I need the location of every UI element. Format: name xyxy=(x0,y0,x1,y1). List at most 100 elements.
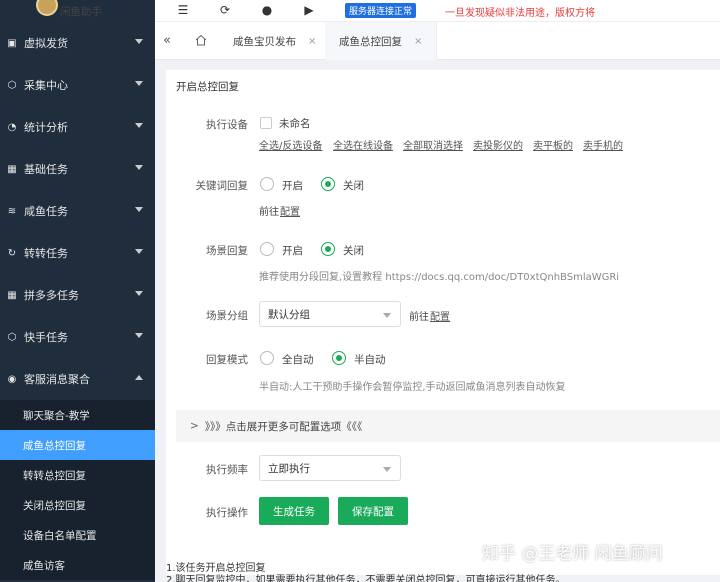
scene-reply-hint: 推荐使用分段回复,设置教程 https://docs.qq.com/doc/DT… xyxy=(259,272,620,283)
tab-xianyu-reply[interactable]: 咸鱼总控回复 × xyxy=(325,22,438,60)
scene-config-link[interactable]: 配置 xyxy=(430,308,450,323)
copyright-notice: 一旦发现疑似非法用途，版权方将 xyxy=(445,8,595,19)
sidebar-item-label: 拼多多任务 xyxy=(24,289,79,302)
sidebar-item[interactable]: ▣ 虚拟发货 xyxy=(0,22,155,64)
grid-icon: ▦ xyxy=(7,163,17,175)
refresh-icon[interactable]: ⟳ xyxy=(217,3,233,17)
play-icon[interactable]: ▶ xyxy=(301,3,317,17)
tab-xianyu-publish[interactable]: 咸鱼宝贝发布 × xyxy=(219,22,332,60)
collapse-tabs-icon[interactable]: « xyxy=(163,33,171,48)
sidebar-subitem[interactable]: 咸鱼总控回复 xyxy=(0,430,155,460)
keyword-reply-on-radio[interactable] xyxy=(260,177,274,191)
frequency-label: 执行频率 xyxy=(206,464,248,476)
fish-icon: ≋ xyxy=(7,205,17,217)
sidebar-item[interactable]: ◔ 统计分析 xyxy=(0,106,155,148)
watermark: 知乎 @王老师 闲鱼顾问 xyxy=(482,544,663,564)
cube-icon: ⬡ xyxy=(7,331,17,343)
sidebar-item-label: 客服消息聚合 xyxy=(24,373,90,386)
server-status-badge: 服务器连接正常 xyxy=(345,3,417,18)
reply-mode-auto-radio[interactable] xyxy=(260,351,274,365)
topbar: ☰ ⟳ ● ▶ 服务器连接正常 一旦发现疑似非法用途，版权方将 xyxy=(155,0,720,22)
sidebar-item-label: 统计分析 xyxy=(24,121,68,134)
home-icon[interactable] xyxy=(195,34,207,46)
cube-icon: ⬡ xyxy=(7,79,17,91)
group-phone-link[interactable]: 卖手机的 xyxy=(583,137,623,152)
sidebar-item-label: 采集中心 xyxy=(24,79,68,92)
sidebar-subitem[interactable]: 咸鱼访客 xyxy=(0,550,155,580)
reply-mode-semi-radio[interactable] xyxy=(332,351,346,365)
box-icon: ▣ xyxy=(7,37,17,49)
keyword-reply-off-text: 关闭 xyxy=(343,180,364,192)
pie-chart-icon: ◔ xyxy=(7,121,17,133)
generate-task-button[interactable]: 生成任务 xyxy=(259,497,329,525)
expand-options-bar[interactable]: > 》》》点击展开更多可配置选项《《《 xyxy=(176,410,720,442)
scene-reply-on-radio[interactable] xyxy=(260,242,274,256)
sidebar-item-label: 虚拟发货 xyxy=(24,37,68,50)
keyword-goto-prefix: 前往 xyxy=(259,207,279,218)
frequency-select[interactable]: 立即执行 xyxy=(259,455,401,481)
sidebar-item[interactable]: ⬡ 采集中心 xyxy=(0,64,155,106)
sidebar-item-label: 咸鱼任务 xyxy=(24,205,68,218)
message-icon[interactable]: ● xyxy=(259,3,275,17)
sidebar-subitem[interactable]: 聊天聚合-教学 xyxy=(0,400,155,430)
sidebar-item[interactable]: ↻ 转转任务 xyxy=(0,232,155,274)
select-online-devices-link[interactable]: 全选在线设备 xyxy=(333,137,393,152)
note-2: 2.聊天回复监控中，如果需要执行其他任务，不需要关闭总控回复，可直接运行其他任务… xyxy=(166,575,566,582)
chevron-down-icon xyxy=(135,333,143,338)
device-name: 未命名 xyxy=(279,118,311,130)
chevron-up-icon xyxy=(135,375,143,380)
chevron-down-icon xyxy=(135,123,143,128)
close-icon[interactable]: × xyxy=(414,36,422,47)
keyword-config-link[interactable]: 配置 xyxy=(280,203,300,218)
close-icon[interactable]: × xyxy=(308,36,316,47)
keyword-reply-off-radio[interactable] xyxy=(321,177,335,191)
chevron-down-icon xyxy=(135,39,143,44)
sidebar-subitem[interactable]: 关闭总控回复 xyxy=(0,490,155,520)
message-icon: ◉ xyxy=(7,373,17,385)
keyword-reply-label: 关键词回复 xyxy=(195,180,249,192)
select-toggle-devices-link[interactable]: 全选/反选设备 xyxy=(259,137,322,152)
scene-reply-on-text: 开启 xyxy=(282,245,303,257)
scene-goto-prefix: 前往 xyxy=(409,312,429,323)
reply-mode-semi-text: 半自动 xyxy=(354,354,386,366)
group-tablet-link[interactable]: 卖平板的 xyxy=(533,137,573,152)
chevron-down-icon xyxy=(135,249,143,254)
device-label: 执行设备 xyxy=(206,119,248,131)
sidebar-item[interactable]: ▦ 拼多多任务 xyxy=(0,274,155,316)
scene-reply-label: 场景回复 xyxy=(206,245,248,257)
device-checkbox[interactable] xyxy=(260,117,272,129)
sidebar-menu: ▣ 虚拟发货 ⬡ 采集中心 ◔ 统计分析 ▦ 基础任务 ≋ 咸鱼任务 ↻ 转转任务 ▦ 拼多多任务 ⬡ 快手任… xyxy=(0,22,155,400)
tab-bar: « 咸鱼宝贝发布 × 咸鱼总控回复 × xyxy=(155,22,720,60)
sidebar-item-label: 快手任务 xyxy=(24,331,68,344)
sidebar-item[interactable]: ▦ 基础任务 xyxy=(0,148,155,190)
scene-reply-off-text: 关闭 xyxy=(343,245,364,257)
scene-group-select[interactable]: 默认分组 xyxy=(259,301,401,327)
chevron-down-icon xyxy=(383,313,391,318)
group-projector-link[interactable]: 卖投影仪的 xyxy=(473,137,523,152)
sidebar-item[interactable]: ◉ 客服消息聚合 xyxy=(0,358,155,400)
menu-toggle-icon[interactable]: ☰ xyxy=(175,3,191,17)
chevron-down-icon xyxy=(135,81,143,86)
app-logo: 闲鱼助手 xyxy=(0,0,155,22)
chevron-down-icon xyxy=(383,467,391,472)
sidebar-item[interactable]: ≋ 咸鱼任务 xyxy=(0,190,155,232)
form-title: 开启总控回复 xyxy=(176,81,239,93)
avatar xyxy=(36,0,58,16)
sidebar-subitem[interactable]: 设备白名单配置 xyxy=(0,520,155,550)
keyword-reply-on-text: 开启 xyxy=(282,180,303,192)
sidebar-subitem[interactable]: 转转总控回复 xyxy=(0,460,155,490)
sidebar-item[interactable]: ⬡ 快手任务 xyxy=(0,316,155,358)
reply-mode-label: 回复模式 xyxy=(206,354,248,366)
actions-label: 执行操作 xyxy=(206,507,248,519)
deselect-all-link[interactable]: 全部取消选择 xyxy=(403,137,463,152)
app-name: 闲鱼助手 xyxy=(60,5,102,18)
sidebar-item-label: 基础任务 xyxy=(24,163,68,176)
form-card: 开启总控回复 执行设备 未命名 全选/反选设备 全选在线设备 全部取消选择 卖投… xyxy=(166,70,720,575)
reply-mode-hint: 半自动:人工干预助手操作会暂停监控,手动返回咸鱼消息列表自动恢复 xyxy=(259,382,566,393)
save-config-button[interactable]: 保存配置 xyxy=(338,497,408,525)
reply-mode-auto-text: 全自动 xyxy=(282,354,314,366)
scene-reply-off-radio[interactable] xyxy=(321,242,335,256)
grid-icon: ▦ xyxy=(7,289,17,301)
scene-group-label: 场景分组 xyxy=(206,310,248,322)
chevron-down-icon xyxy=(135,165,143,170)
